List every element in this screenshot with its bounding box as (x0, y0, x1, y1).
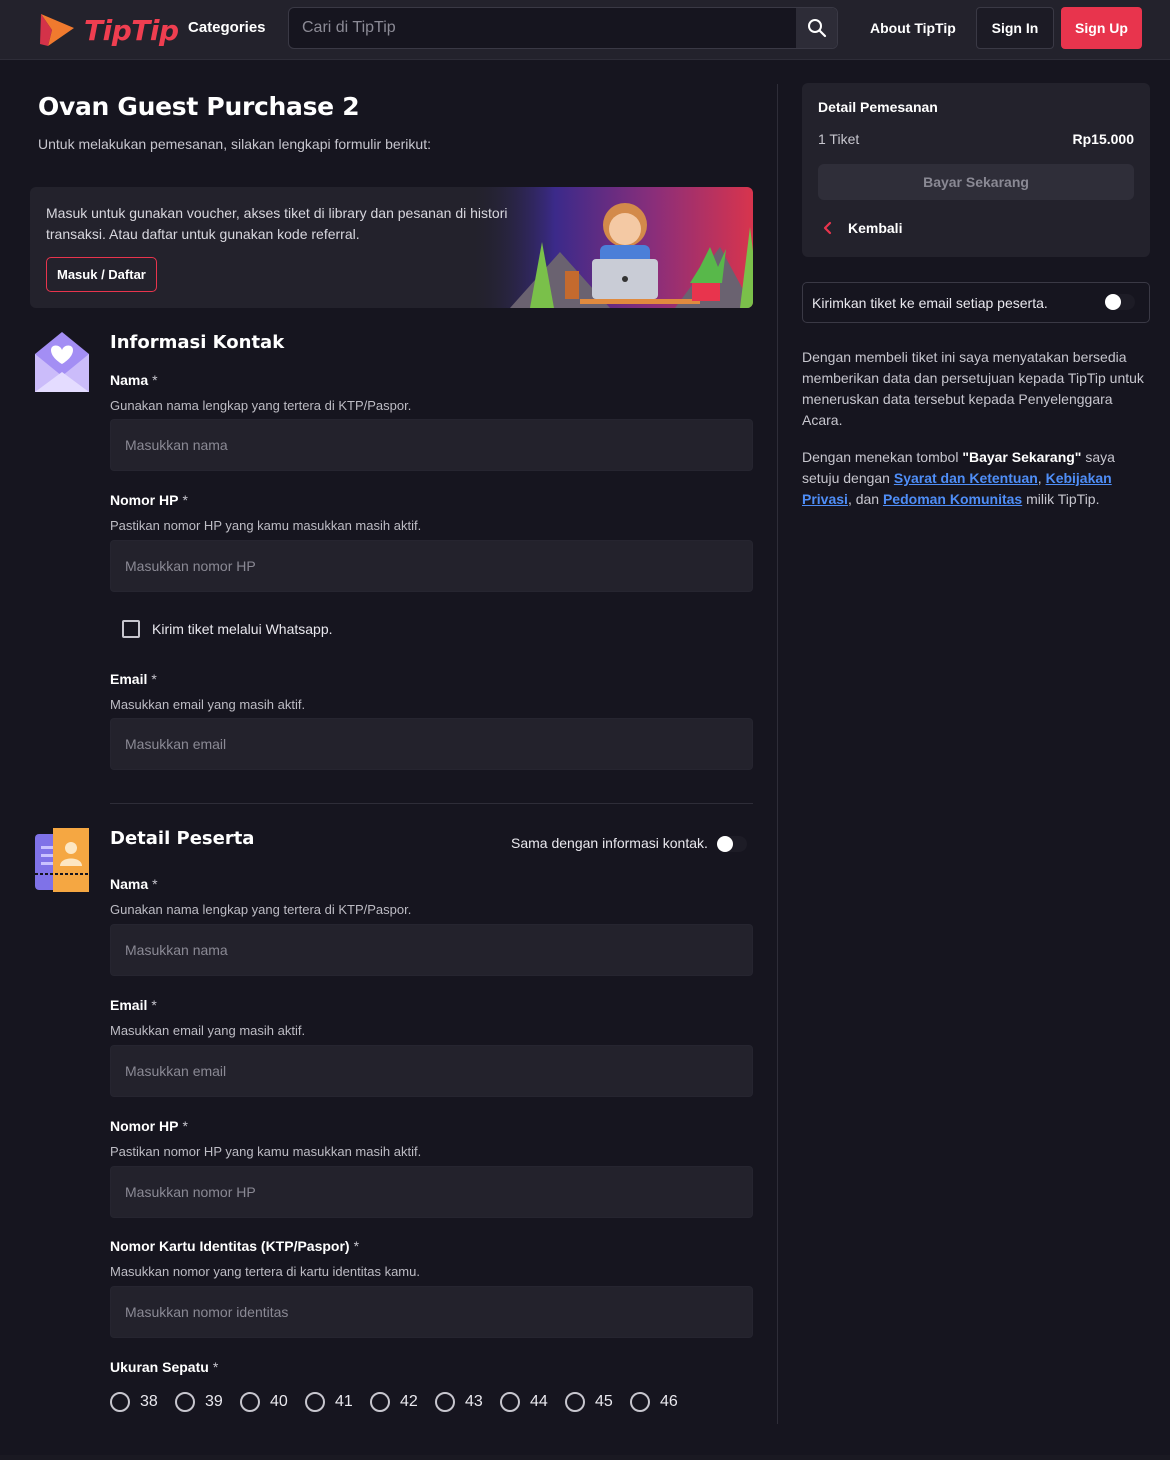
radio-button[interactable] (305, 1392, 325, 1412)
ticket-quantity: 1 Tiket (818, 131, 860, 147)
email-each-participant-row: Kirimkan tiket ke email setiap peserta. (802, 282, 1150, 323)
shoe-size-option[interactable]: 39 (175, 1392, 240, 1412)
back-button[interactable]: Kembali (822, 220, 902, 236)
email-each-participant-label: Kirimkan tiket ke email setiap peserta. (812, 295, 1048, 311)
login-register-button[interactable]: Masuk / Daftar (46, 257, 157, 292)
participant-id-label: Nomor Kartu Identitas (KTP/Paspor) * (110, 1238, 360, 1254)
radio-button[interactable] (240, 1392, 260, 1412)
whatsapp-checkbox[interactable] (122, 620, 140, 638)
shoe-size-label: Ukuran Sepatu * (110, 1359, 219, 1375)
categories-menu[interactable]: Categories (188, 19, 266, 36)
radio-button[interactable] (110, 1392, 130, 1412)
contact-email-input[interactable] (110, 718, 753, 770)
chevron-left-icon (823, 221, 832, 235)
section-divider (110, 803, 753, 804)
tiptip-play-icon (40, 14, 74, 46)
page-bottom-edge (0, 1455, 1170, 1460)
contact-phone-label: Nomor HP * (110, 492, 188, 508)
radio-button[interactable] (370, 1392, 390, 1412)
login-banner: Masuk untuk gunakan voucher, akses tiket… (30, 187, 753, 308)
consent-text: Dengan membeli tiket ini saya menyatakan… (802, 349, 1144, 428)
participant-name-help: Gunakan nama lengkap yang tertera di KTP… (110, 902, 412, 917)
radio-button[interactable] (500, 1392, 520, 1412)
tiptip-logo[interactable]: TipTip (38, 10, 179, 48)
participant-section-title: Detail Peserta (110, 828, 255, 849)
shoe-size-option[interactable]: 46 (630, 1392, 695, 1412)
contact-email-help: Masukkan email yang masih aktif. (110, 697, 306, 712)
participant-id-help: Masukkan nomor yang tertera di kartu ide… (110, 1264, 420, 1279)
search-icon (807, 19, 826, 38)
participant-email-label: Email * (110, 997, 157, 1013)
ticket-price: Rp15.000 (1072, 131, 1134, 147)
brand-wordmark: TipTip (84, 14, 179, 47)
banner-message: Masuk untuk gunakan voucher, akses tiket… (46, 205, 508, 242)
participant-email-input[interactable] (110, 1045, 753, 1097)
top-navbar: TipTip Categories About TipTip Sign In S… (0, 0, 1170, 60)
envelope-heart-icon (35, 332, 89, 392)
shoe-size-option[interactable]: 41 (305, 1392, 370, 1412)
radio-button[interactable] (175, 1392, 195, 1412)
participant-phone-label: Nomor HP * (110, 1118, 188, 1134)
search-bar (288, 7, 838, 49)
shoe-size-option[interactable]: 43 (435, 1392, 500, 1412)
about-tiptip-link[interactable]: About TipTip (870, 20, 956, 36)
contact-name-input[interactable] (110, 419, 753, 471)
radio-button[interactable] (435, 1392, 455, 1412)
same-as-contact-toggle[interactable] (717, 836, 747, 852)
contact-name-label: Nama * (110, 372, 158, 388)
participant-email-help: Masukkan email yang masih aktif. (110, 1023, 306, 1038)
contact-name-help: Gunakan nama lengkap yang tertera di KTP… (110, 398, 412, 413)
participant-id-input[interactable] (110, 1286, 753, 1338)
participant-name-input[interactable] (110, 924, 753, 976)
radio-button[interactable] (565, 1392, 585, 1412)
radio-button[interactable] (630, 1392, 650, 1412)
shoe-size-option[interactable]: 40 (240, 1392, 305, 1412)
toggle-knob (717, 836, 733, 852)
pay-now-emphasis: "Bayar Sekarang" (962, 449, 1082, 465)
page-subtitle: Untuk melakukan pemesanan, silakan lengk… (38, 136, 431, 152)
search-button[interactable] (796, 8, 837, 48)
back-label: Kembali (848, 220, 903, 236)
column-divider (777, 84, 778, 1424)
sign-up-button[interactable]: Sign Up (1061, 7, 1142, 49)
shoe-size-option[interactable]: 42 (370, 1392, 435, 1412)
whatsapp-checkbox-label: Kirim tiket melalui Whatsapp. (152, 621, 333, 637)
ticket-person-icon (35, 828, 89, 892)
search-input[interactable] (289, 8, 797, 48)
contact-phone-input[interactable] (110, 540, 753, 592)
participant-phone-input[interactable] (110, 1166, 753, 1218)
page-title: Ovan Guest Purchase 2 (38, 92, 360, 121)
terms-agreement-text: Dengan menekan tombol "Bayar Sekarang" s… (802, 449, 1115, 507)
community-guidelines-link[interactable]: Pedoman Komunitas (883, 491, 1022, 507)
order-summary-card: Detail Pemesanan 1 Tiket Rp15.000 Bayar … (802, 83, 1150, 257)
order-summary-title: Detail Pemesanan (818, 99, 938, 115)
shoe-size-option[interactable]: 38 (110, 1392, 175, 1412)
whatsapp-checkbox-row[interactable]: Kirim tiket melalui Whatsapp. (122, 620, 333, 638)
email-each-participant-toggle[interactable] (1105, 294, 1135, 310)
shoe-size-radio-group: 38 39 40 41 42 43 44 45 46 (110, 1392, 695, 1412)
same-as-contact-label: Sama dengan informasi kontak. (511, 835, 708, 851)
toggle-knob (1105, 294, 1121, 310)
sign-in-button[interactable]: Sign In (976, 7, 1054, 49)
shoe-size-option[interactable]: 45 (565, 1392, 630, 1412)
participant-name-label: Nama * (110, 876, 158, 892)
terms-link[interactable]: Syarat dan Ketentuan (894, 470, 1038, 486)
contact-phone-help: Pastikan nomor HP yang kamu masukkan mas… (110, 518, 422, 533)
shoe-size-option[interactable]: 44 (500, 1392, 565, 1412)
contact-email-label: Email * (110, 671, 157, 687)
contact-section-title: Informasi Kontak (110, 332, 285, 353)
participant-phone-help: Pastikan nomor HP yang kamu masukkan mas… (110, 1144, 422, 1159)
pay-now-button[interactable]: Bayar Sekarang (818, 164, 1134, 200)
